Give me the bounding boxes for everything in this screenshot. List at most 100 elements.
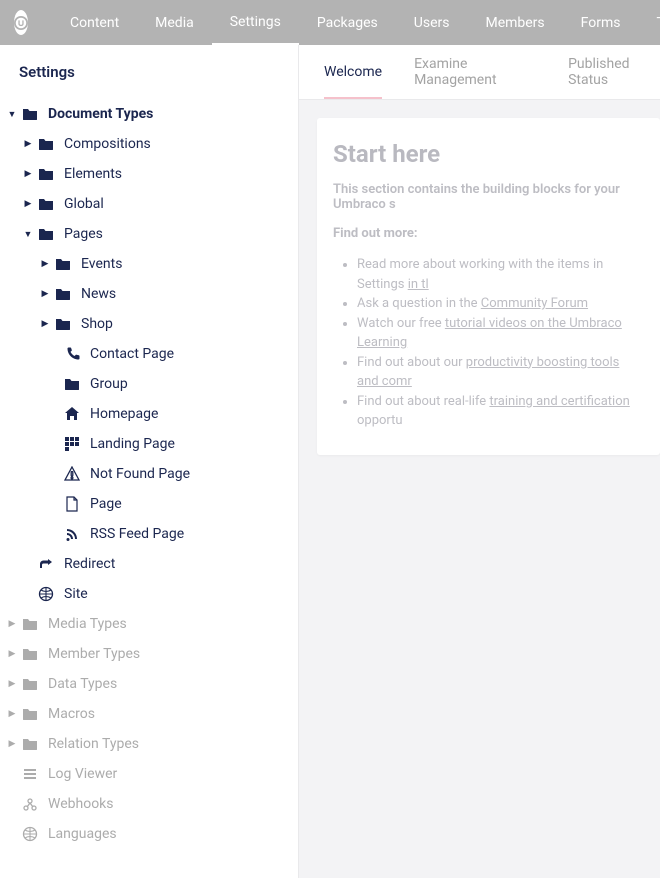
- caret-down-icon[interactable]: ▼: [20, 229, 36, 240]
- tree-site[interactable]: ▶ Site: [0, 579, 298, 609]
- grid-icon: [62, 436, 82, 452]
- tree-compositions[interactable]: ▶ Compositions: [0, 129, 298, 159]
- tree-shop[interactable]: ▶ Shop: [0, 309, 298, 339]
- tree-label: Contact Page: [90, 346, 174, 362]
- list-icon: [20, 766, 40, 782]
- main-panel: Welcome Examine Management Published Statu…: [299, 45, 660, 878]
- folder-icon: [20, 106, 40, 122]
- tree-global[interactable]: ▶ Global: [0, 189, 298, 219]
- caret-right-icon[interactable]: ▶: [4, 679, 20, 689]
- tree-label: Not Found Page: [90, 466, 190, 482]
- caret-right-icon[interactable]: ▶: [20, 199, 36, 209]
- tree-label: Site: [64, 586, 88, 602]
- caret-right-icon[interactable]: ▶: [37, 289, 53, 299]
- tree-rss-feed-page[interactable]: ▶ RSS Feed Page: [0, 519, 298, 549]
- tree-label: Pages: [64, 226, 103, 242]
- link-documentation[interactable]: in tl: [408, 277, 429, 292]
- tree-page[interactable]: ▶ Page: [0, 489, 298, 519]
- folder-icon: [53, 316, 73, 332]
- tab-examine-management[interactable]: Examine Management: [414, 45, 536, 99]
- tree-label: Log Viewer: [48, 766, 117, 782]
- topnav-media[interactable]: Media: [137, 0, 212, 45]
- tree-languages[interactable]: ▶ Languages: [0, 819, 298, 849]
- rss-icon: [62, 526, 82, 542]
- welcome-bullet: Read more about working with the items i…: [357, 255, 638, 294]
- tree-webhooks[interactable]: ▶ Webhooks: [0, 789, 298, 819]
- folder-icon: [20, 676, 40, 692]
- caret-right-icon[interactable]: ▶: [4, 739, 20, 749]
- content-tabs: Welcome Examine Management Published Statu…: [299, 45, 660, 100]
- tree-contact-page[interactable]: ▶ Contact Page: [0, 339, 298, 369]
- folder-icon: [20, 646, 40, 662]
- caret-right-icon[interactable]: ▶: [4, 619, 20, 629]
- tree-label: Languages: [48, 826, 117, 842]
- welcome-find-out-more: Find out more:: [333, 226, 638, 241]
- topnav-settings[interactable]: Settings: [212, 0, 299, 45]
- tree-label: Media Types: [48, 616, 127, 632]
- folder-icon: [36, 226, 56, 242]
- tree-label: RSS Feed Page: [90, 526, 184, 542]
- topnav-forms[interactable]: Forms: [563, 0, 639, 45]
- home-icon: [62, 406, 82, 422]
- tree-pages[interactable]: ▼ Pages: [0, 219, 298, 249]
- tree-label: Events: [81, 256, 122, 272]
- tree-news[interactable]: ▶ News: [0, 279, 298, 309]
- settings-sidebar: Settings ▼ Document Types ▶ Compositions…: [0, 45, 299, 878]
- tree-log-viewer[interactable]: ▶ Log Viewer: [0, 759, 298, 789]
- globe-icon: [20, 826, 40, 842]
- caret-right-icon[interactable]: ▶: [4, 709, 20, 719]
- tree-data-types[interactable]: ▶ Data Types: [0, 669, 298, 699]
- link-training[interactable]: training and certification: [489, 394, 629, 409]
- caret-right-icon[interactable]: ▶: [37, 259, 53, 269]
- phone-icon: [62, 346, 82, 362]
- folder-icon: [20, 736, 40, 752]
- topnav-members[interactable]: Members: [467, 0, 562, 45]
- topnav-content[interactable]: Content: [52, 0, 137, 45]
- folder-icon: [36, 166, 56, 182]
- tree-label: Document Types: [48, 106, 153, 122]
- tree-label: Landing Page: [90, 436, 175, 452]
- tree-landing-page[interactable]: ▶ Landing Page: [0, 429, 298, 459]
- caret-right-icon[interactable]: ▶: [20, 169, 36, 179]
- tree-label: Homepage: [90, 406, 158, 422]
- tab-welcome[interactable]: Welcome: [324, 45, 382, 99]
- app-logo-icon[interactable]: [14, 10, 28, 35]
- folder-icon: [53, 256, 73, 272]
- tree-relation-types[interactable]: ▶ Relation Types: [0, 729, 298, 759]
- folder-icon: [62, 376, 82, 392]
- redirect-icon: [36, 556, 56, 572]
- caret-down-icon[interactable]: ▼: [4, 109, 20, 120]
- caret-right-icon[interactable]: ▶: [4, 649, 20, 659]
- tree-group[interactable]: ▶ Group: [0, 369, 298, 399]
- tab-published-status[interactable]: Published Status: [568, 45, 660, 99]
- tree-document-types[interactable]: ▼ Document Types: [0, 99, 298, 129]
- tree-label: Relation Types: [48, 736, 139, 752]
- tree-not-found-page[interactable]: ▶ Not Found Page: [0, 459, 298, 489]
- tree-homepage[interactable]: ▶ Homepage: [0, 399, 298, 429]
- caret-right-icon[interactable]: ▶: [20, 139, 36, 149]
- caret-right-icon[interactable]: ▶: [37, 319, 53, 329]
- tree-events[interactable]: ▶ Events: [0, 249, 298, 279]
- tree-macros[interactable]: ▶ Macros: [0, 699, 298, 729]
- warning-icon: [62, 466, 82, 482]
- tree-redirect[interactable]: ▶ Redirect: [0, 549, 298, 579]
- link-community-forum[interactable]: Community Forum: [481, 296, 588, 311]
- folder-icon: [36, 136, 56, 152]
- tree-label: Macros: [48, 706, 95, 722]
- tree-label: Compositions: [64, 136, 151, 152]
- tree-member-types[interactable]: ▶ Member Types: [0, 639, 298, 669]
- folder-icon: [53, 286, 73, 302]
- topnav-packages[interactable]: Packages: [299, 0, 396, 45]
- tree-media-types[interactable]: ▶ Media Types: [0, 609, 298, 639]
- tree-label: Redirect: [64, 556, 115, 572]
- settings-tree: ▼ Document Types ▶ Compositions ▶ Elemen…: [0, 99, 298, 878]
- tree-label: Elements: [64, 166, 122, 182]
- welcome-bullet-list: Read more about working with the items i…: [333, 255, 638, 431]
- webhook-icon: [20, 796, 40, 812]
- tree-label: Webhooks: [48, 796, 114, 812]
- welcome-heading: Start here: [333, 140, 638, 168]
- tree-label: Global: [64, 196, 104, 212]
- topnav-users[interactable]: Users: [396, 0, 468, 45]
- topnav-translation[interactable]: Translation: [638, 0, 660, 45]
- tree-elements[interactable]: ▶ Elements: [0, 159, 298, 189]
